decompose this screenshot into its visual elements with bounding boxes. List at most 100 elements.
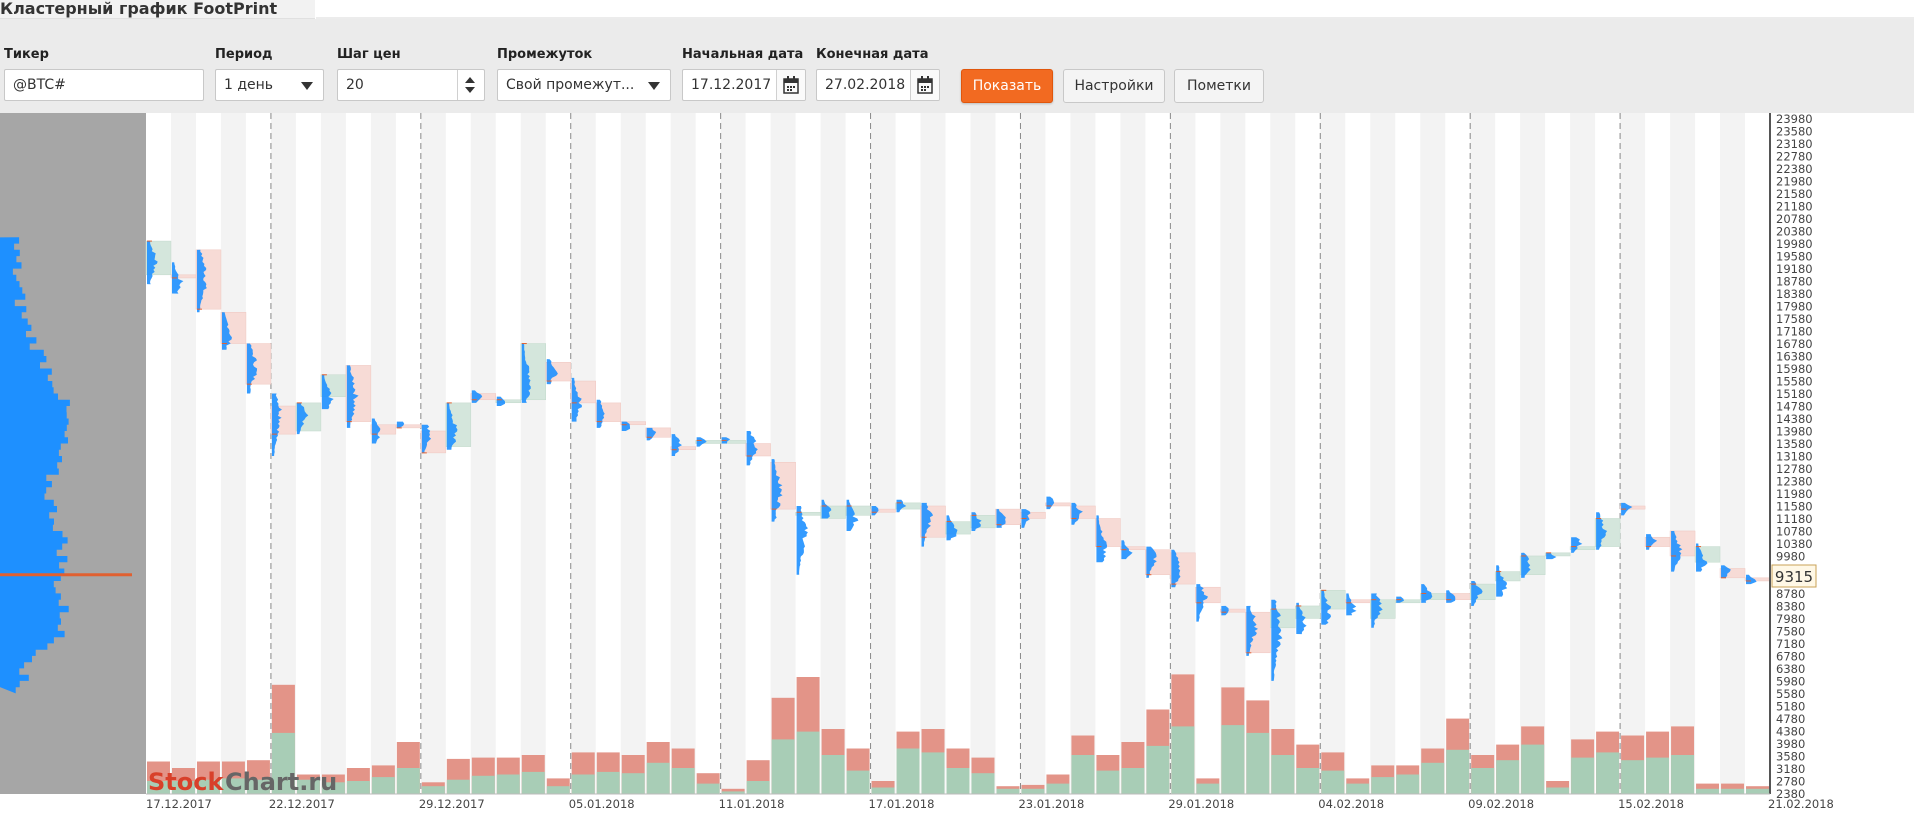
x-tick-label: 09.02.2018 — [1468, 797, 1534, 811]
volume-bar-buy — [621, 773, 645, 794]
x-tick-label: 04.02.2018 — [1318, 797, 1384, 811]
volume-bar-buy — [821, 755, 845, 794]
watermark-stock: Stock — [148, 768, 224, 796]
volume-bar-buy — [771, 739, 795, 794]
volume-bar-buy — [396, 768, 420, 794]
period-value: 1 день — [224, 77, 274, 93]
start-date-label: Начальная дата — [682, 47, 804, 62]
day-stripe — [970, 113, 996, 794]
volume-bar-buy — [521, 771, 545, 794]
volume-bar-buy — [1271, 755, 1295, 794]
current-price-value: 9315 — [1775, 568, 1813, 586]
show-button[interactable]: Показать — [961, 69, 1053, 103]
x-tick-label: 05.01.2018 — [569, 797, 635, 811]
spinner-icon[interactable] — [457, 70, 484, 100]
start-date-field[interactable]: 17.12.2017 — [682, 69, 806, 101]
volume-bar-buy — [1396, 774, 1420, 794]
day-stripe — [620, 113, 646, 794]
volume-bar-buy — [1021, 788, 1045, 794]
volume-bar-buy — [1071, 755, 1095, 794]
volume-bar-buy — [1721, 788, 1745, 794]
x-tick-label: 29.01.2018 — [1168, 797, 1234, 811]
volume-bar-buy — [946, 768, 970, 794]
volume-bar-buy — [1496, 760, 1520, 794]
settings-button[interactable]: Настройки — [1063, 69, 1165, 103]
volume-bar-buy — [796, 731, 820, 794]
volume-bar-buy — [1096, 770, 1120, 794]
page-title: Кластерный график FootPrint — [0, 0, 315, 19]
volume-bar-buy — [471, 775, 495, 794]
volume-bar-buy — [921, 752, 945, 794]
volume-bar-buy — [996, 788, 1020, 794]
volume-bar-buy — [746, 781, 770, 794]
volume-bar-buy — [1671, 755, 1695, 794]
day-stripe — [1720, 113, 1746, 794]
volume-bar-buy — [1171, 726, 1195, 794]
day-stripe — [1070, 113, 1096, 794]
period-select[interactable]: 1 день — [215, 69, 324, 101]
price-step-value: 20 — [346, 77, 364, 93]
day-stripe — [820, 113, 846, 794]
volume-bar-buy — [1546, 787, 1570, 794]
volume-bar-buy — [546, 786, 570, 794]
marks-button[interactable]: Пометки — [1174, 69, 1264, 103]
day-stripe — [1520, 113, 1546, 794]
x-tick-label: 29.12.2017 — [419, 797, 485, 811]
volume-bar-buy — [671, 768, 695, 794]
volume-bar-buy — [446, 779, 470, 794]
ticker-label: Тикер — [4, 47, 49, 62]
volume-bar-buy — [1221, 725, 1245, 794]
volume-bar-buy — [1196, 783, 1220, 794]
x-tick-label: 23.01.2018 — [1018, 797, 1084, 811]
ticker-input[interactable]: @BTC# — [4, 69, 204, 101]
volume-bar-buy — [421, 786, 445, 794]
day-stripe — [1420, 113, 1446, 794]
range-select[interactable]: Свой промежут... — [497, 69, 671, 101]
calendar-icon[interactable] — [910, 70, 939, 100]
day-stripe — [770, 113, 796, 794]
price-step-stepper[interactable]: 20 — [337, 69, 485, 101]
day-stripe — [170, 113, 196, 794]
volume-bar-buy — [1121, 768, 1145, 794]
day-stripe — [470, 113, 496, 794]
volume-bar-buy — [1571, 757, 1595, 794]
volume-bar-buy — [1346, 783, 1370, 794]
calendar-icon[interactable] — [776, 70, 805, 100]
day-stripe — [1620, 113, 1646, 794]
end-date-label: Конечная дата — [816, 47, 929, 62]
start-date-value: 17.12.2017 — [691, 77, 772, 93]
day-stripe — [320, 113, 346, 794]
volume-bar-buy — [1746, 788, 1769, 794]
volume-bar-buy — [346, 781, 370, 794]
volume-bar-buy — [1596, 752, 1620, 794]
volume-bar-buy — [896, 748, 920, 794]
day-stripe — [1670, 113, 1696, 794]
end-date-field[interactable]: 27.02.2018 — [816, 69, 940, 101]
day-stripe — [720, 113, 746, 794]
day-stripe — [370, 113, 396, 794]
range-value: Свой промежут... — [506, 77, 635, 93]
volume-bar-buy — [1046, 783, 1070, 794]
end-date-value: 27.02.2018 — [825, 77, 906, 93]
volume-bar-buy — [1696, 788, 1720, 794]
day-stripe — [420, 113, 446, 794]
day-stripe — [1570, 113, 1596, 794]
volume-bar-buy — [1646, 757, 1670, 794]
volume-bar-buy — [496, 774, 520, 794]
volume-bar-buy — [871, 787, 895, 794]
volume-bar-buy — [1621, 760, 1645, 794]
volume-bar-buy — [971, 773, 995, 794]
footprint-chart[interactable]: 2398023580231802278022380219802158021180… — [0, 113, 1914, 834]
x-tick-label: 21.02.2018 — [1768, 797, 1834, 811]
volume-bar-buy — [1246, 732, 1270, 794]
day-stripe — [520, 113, 546, 794]
day-stripe — [870, 113, 896, 794]
x-tick-label: 22.12.2017 — [269, 797, 335, 811]
x-tick-label: 17.12.2017 — [146, 797, 212, 811]
volume-bar-buy — [571, 774, 595, 794]
volume-bar-buy — [1371, 777, 1395, 794]
day-stripe — [1270, 113, 1296, 794]
day-stripe — [920, 113, 946, 794]
volume-bar-buy — [1321, 770, 1345, 794]
volume-bar-buy — [1471, 768, 1495, 794]
